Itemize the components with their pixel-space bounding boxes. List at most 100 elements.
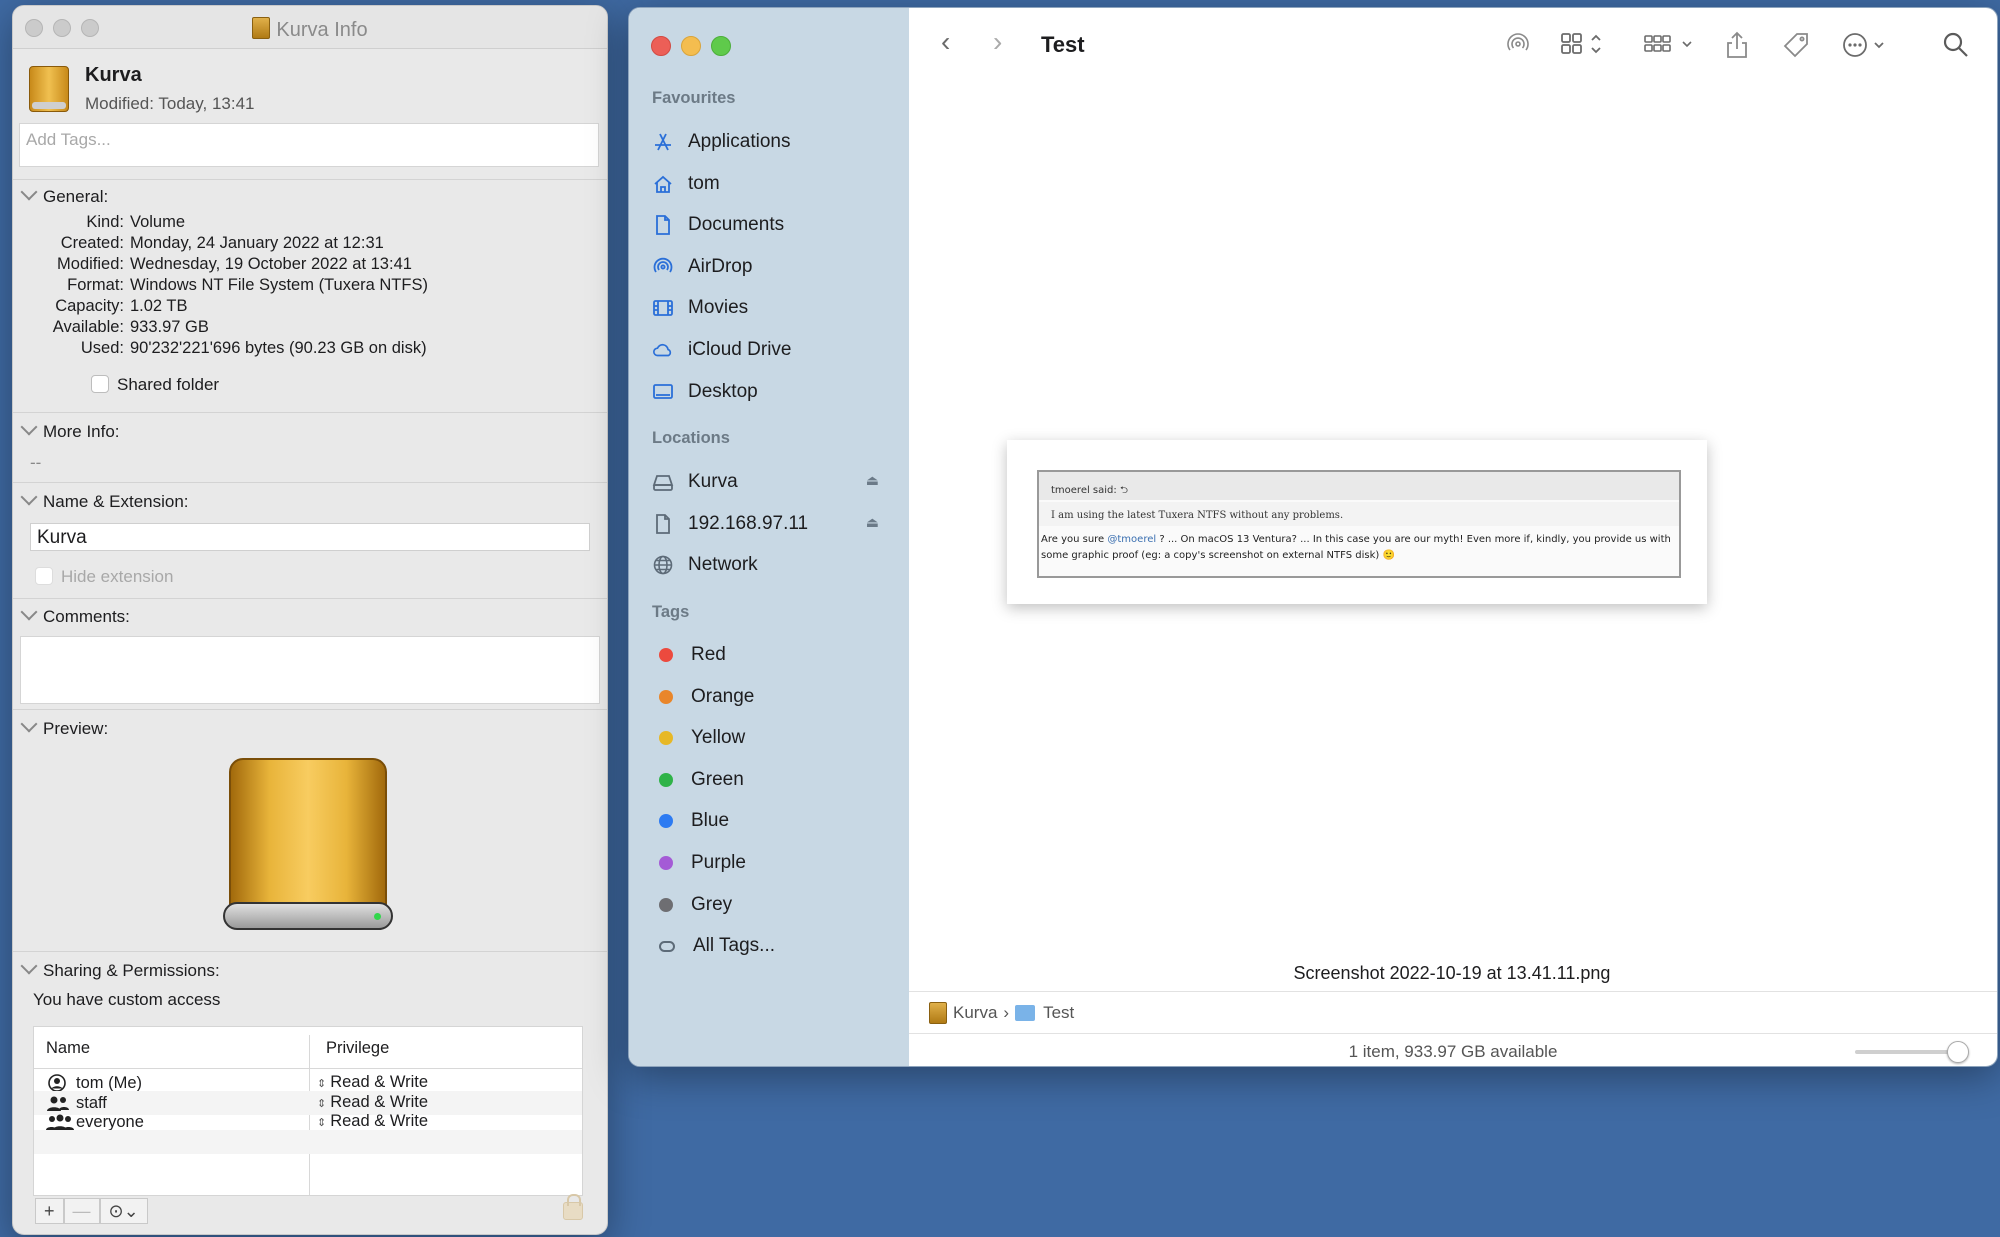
film-icon (652, 297, 674, 319)
sidebar-item-label: Orange (691, 685, 755, 707)
privilege-popup[interactable]: ⇕ Read & Write (317, 1112, 428, 1131)
folder-icon (1015, 1004, 1036, 1021)
preview-section-toggle[interactable]: Preview: (20, 715, 108, 739)
name-ext-section-toggle[interactable]: Name & Extension: (20, 488, 189, 512)
sidebar-item-tom[interactable]: tom (652, 169, 720, 199)
col-privilege-header[interactable]: Privilege (326, 1039, 389, 1058)
more-actions-icon[interactable] (1841, 30, 1891, 67)
favourites-header: Favourites (652, 89, 736, 107)
general-key: Capacity: (55, 297, 124, 315)
eject-icon[interactable]: ⏏ (866, 514, 879, 531)
sidebar-tag-orange[interactable]: Orange (652, 682, 754, 712)
share-icon[interactable] (1724, 30, 1750, 67)
comments-field[interactable] (20, 636, 600, 704)
updown-icon: ⇕ (317, 1078, 327, 1090)
privilege-value: Read & Write (330, 1073, 429, 1091)
lock-icon[interactable] (563, 1194, 583, 1220)
globe-icon (652, 554, 674, 576)
sidebar-tag-red[interactable]: Red (652, 640, 726, 670)
sidebar-item-desktop[interactable]: Desktop (652, 377, 758, 407)
sidebar-item-documents[interactable]: Documents (652, 210, 784, 240)
action-menu-button[interactable]: ⊙⌄ (99, 1198, 148, 1224)
back-button[interactable]: ‹ (941, 26, 950, 58)
access-text: You have custom access (33, 990, 221, 1009)
sidebar-item-network[interactable]: Network (652, 550, 758, 580)
sidebar-tag-green[interactable]: Green (652, 765, 744, 795)
sidebar-item-label: Documents (688, 214, 785, 236)
general-key: Available: (52, 318, 124, 336)
info-titlebar[interactable]: Kurva Info (13, 6, 607, 49)
sidebar-item-airdrop[interactable]: AirDrop (652, 252, 752, 282)
shared-folder-checkbox[interactable] (91, 375, 109, 393)
file-name-label[interactable]: Screenshot 2022-10-19 at 13.41.11.png (909, 963, 1995, 984)
sidebar-item-192-168-97-11[interactable]: 192.168.97.11 (652, 509, 808, 539)
hide-extension-label: Hide extension (61, 567, 174, 586)
hide-extension-option[interactable]: Hide extension (35, 567, 173, 587)
sidebar-item-label: Grey (691, 893, 733, 915)
general-value: 933.97 GB (130, 318, 209, 336)
close-button[interactable] (651, 36, 671, 56)
hide-extension-checkbox[interactable] (35, 567, 53, 585)
cloud-icon (652, 339, 674, 361)
sidebar-tag-alltags[interactable]: All Tags... (652, 931, 775, 961)
sidebar-item-applications[interactable]: Applications (652, 127, 790, 157)
forward-button[interactable]: › (993, 26, 1002, 58)
sidebar-item-label: Red (691, 644, 726, 665)
status-text: 1 item, 933.97 GB available (1348, 1042, 1558, 1061)
sidebar-tag-grey[interactable]: Grey (652, 890, 732, 920)
finder-content: ‹ › Test tmoerel said: ⮌ I am using the … (909, 8, 1997, 1066)
name-field[interactable]: Kurva (30, 523, 590, 551)
add-button[interactable]: + (35, 1198, 64, 1224)
server-icon (652, 513, 674, 535)
general-key: Format: (67, 276, 124, 294)
sidebar-item-label: Desktop (688, 380, 758, 402)
path-drive[interactable]: Kurva (953, 1003, 997, 1023)
general-value: Wednesday, 19 October 2022 at 13:41 (130, 255, 412, 273)
remove-button[interactable]: — (63, 1198, 100, 1224)
permission-row (34, 1150, 582, 1174)
locations-header: Locations (652, 429, 730, 447)
general-value: 1.02 TB (130, 297, 188, 315)
tag-icon[interactable] (1781, 30, 1811, 67)
drive-icon (929, 1001, 947, 1024)
sidebar-item-kurva[interactable]: Kurva (652, 467, 738, 497)
slider-knob[interactable] (1947, 1041, 1969, 1063)
col-name-header[interactable]: Name (46, 1039, 90, 1058)
tag-color-dot (659, 648, 673, 662)
drive-icon (252, 17, 271, 39)
drive-icon (652, 471, 674, 493)
permission-name: tom (Me) (76, 1073, 142, 1092)
tag-color-dot (659, 731, 673, 746)
eject-icon[interactable]: ⏏ (866, 472, 879, 489)
group-by-icon[interactable] (1643, 30, 1699, 65)
comments-section-toggle[interactable]: Comments: (20, 603, 130, 627)
shared-folder-option[interactable]: Shared folder (91, 375, 219, 395)
general-section-toggle[interactable]: General: (20, 183, 108, 207)
general-key: Created: (60, 234, 124, 252)
airdrop-icon[interactable] (1504, 30, 1532, 65)
tags-field[interactable]: Add Tags... (19, 123, 599, 167)
sidebar-tag-yellow[interactable]: Yellow (652, 723, 745, 753)
sidebar-item-icloud-drive[interactable]: iCloud Drive (652, 335, 791, 365)
sidebar-tag-blue[interactable]: Blue (652, 806, 729, 836)
search-icon[interactable] (1941, 30, 1971, 67)
more-info-section-toggle[interactable]: More Info: (20, 418, 120, 442)
path-folder[interactable]: Test (1043, 1003, 1074, 1023)
sidebar-item-movies[interactable]: Movies (652, 293, 748, 323)
updown-icon: ⇕ (317, 1098, 327, 1110)
reply-pre: Are you sure (1041, 534, 1108, 545)
sharing-section-toggle[interactable]: Sharing & Permissions: (20, 957, 220, 981)
view-grid-icon[interactable] (1559, 30, 1613, 65)
general-value: Volume (130, 213, 186, 231)
folder-title: Test (1041, 32, 1085, 57)
general-info: Kind: Volume Created: Monday, 24 January 20… (23, 212, 603, 359)
icon-size-slider[interactable] (1855, 1041, 1969, 1063)
sidebar-item-label: iCloud Drive (688, 339, 792, 360)
privilege-popup[interactable]: ⇕ Read & Write (317, 1073, 428, 1092)
quote-text: I am using the latest Tuxera NTFS withou… (1039, 502, 1679, 526)
sidebar-tag-purple[interactable]: Purple (652, 848, 746, 878)
file-thumbnail[interactable]: tmoerel said: ⮌ I am using the latest Tu… (1007, 440, 1707, 604)
zoom-button[interactable] (711, 36, 731, 56)
sidebar-item-label: Blue (691, 810, 730, 832)
minimize-button[interactable] (681, 36, 701, 56)
